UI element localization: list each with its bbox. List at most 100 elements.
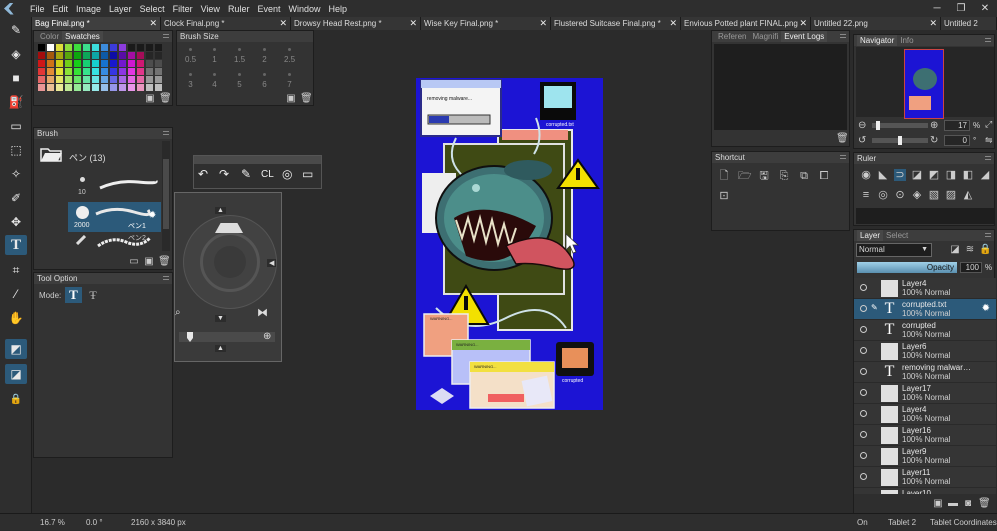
- brush-size-6[interactable]: 6: [253, 69, 276, 93]
- swatch[interactable]: [101, 68, 108, 75]
- swatch[interactable]: [56, 84, 63, 91]
- panel-menu-icon[interactable]: [163, 131, 169, 135]
- swatch[interactable]: [137, 84, 144, 91]
- ruler-type-icon[interactable]: ▧: [928, 189, 940, 201]
- swatch[interactable]: [38, 52, 45, 59]
- rotation-dial[interactable]: [183, 215, 277, 309]
- swatch[interactable]: [65, 84, 72, 91]
- tab-layer[interactable]: Layer: [857, 230, 884, 241]
- swatch[interactable]: [137, 52, 144, 59]
- swatch[interactable]: [119, 52, 126, 59]
- text-tool-icon[interactable]: T: [5, 235, 27, 255]
- swatch[interactable]: [110, 76, 117, 83]
- tab-close-icon[interactable]: ✕: [539, 17, 547, 30]
- clear-log-icon[interactable]: 🗑: [836, 133, 849, 145]
- nav-fit-icon[interactable]: ⤢: [985, 119, 992, 130]
- swatch[interactable]: [128, 84, 135, 91]
- swatch[interactable]: [137, 76, 144, 83]
- nav-rotation-input[interactable]: 0: [944, 135, 970, 146]
- swatch[interactable]: [92, 76, 99, 83]
- layer-row[interactable]: ✎ Tcorrupted.txt 100% Normal ✹: [854, 299, 996, 320]
- panel-menu-icon[interactable]: [985, 38, 991, 42]
- swatch[interactable]: [74, 44, 81, 51]
- swatch[interactable]: [83, 84, 90, 91]
- brush-scrollbar[interactable]: [162, 141, 170, 251]
- brush-size-7[interactable]: 7: [278, 69, 301, 93]
- open-folder-icon[interactable]: 🗁: [738, 170, 752, 182]
- brush-settings-gear-icon[interactable]: ✹: [148, 210, 156, 221]
- bucket-tool-icon[interactable]: ⛽: [5, 92, 27, 112]
- save-icon[interactable]: 🖫: [758, 170, 770, 182]
- menu-view[interactable]: View: [197, 4, 224, 14]
- swatch[interactable]: [38, 44, 45, 51]
- ruler-type-icon[interactable]: ▨: [945, 189, 957, 201]
- zoom-in-icon[interactable]: ⊕: [263, 331, 271, 342]
- swatch[interactable]: [137, 68, 144, 75]
- tab-close-icon[interactable]: ✕: [929, 17, 937, 30]
- menu-window[interactable]: Window: [284, 4, 324, 14]
- swatch[interactable]: [137, 60, 144, 67]
- brush-size-4[interactable]: 4: [203, 69, 226, 93]
- swatch[interactable]: [110, 52, 117, 59]
- opacity-input[interactable]: 100: [960, 262, 982, 273]
- swatch[interactable]: [155, 52, 162, 59]
- zoom-out-icon[interactable]: ⌕: [175, 307, 181, 318]
- swatch[interactable]: [101, 44, 108, 51]
- ruler-type-icon[interactable]: ◩: [928, 169, 940, 181]
- ruler-type-icon[interactable]: ◈: [911, 189, 923, 201]
- swatch[interactable]: [128, 68, 135, 75]
- nav-rotation-slider[interactable]: [872, 136, 928, 145]
- new-layer-icon[interactable]: ▣: [932, 498, 944, 510]
- swatch[interactable]: [119, 76, 126, 83]
- new-brush-icon[interactable]: ▣: [143, 256, 155, 268]
- lock-icon[interactable]: 🔒: [5, 389, 27, 409]
- layer-row[interactable]: Layer9 100% Normal: [854, 446, 996, 467]
- flip-icon[interactable]: ⧓: [257, 306, 268, 319]
- brush-size-2.5[interactable]: 2.5: [278, 44, 301, 68]
- brush-item-1[interactable]: 10: [68, 174, 161, 202]
- brush-size-0.5[interactable]: 0.5: [179, 44, 202, 68]
- ruler-type-icon[interactable]: ◣: [877, 169, 889, 181]
- visibility-eye-icon[interactable]: [860, 284, 867, 291]
- swatch[interactable]: [146, 44, 153, 51]
- nav-zoom-in-icon[interactable]: ⊕: [930, 120, 938, 131]
- tab-close-icon[interactable]: ✕: [279, 17, 287, 30]
- swatch[interactable]: [74, 68, 81, 75]
- hand-tool-icon[interactable]: ✋: [5, 308, 27, 328]
- window-icon[interactable]: ▭: [302, 167, 313, 181]
- layer-row[interactable]: Layer4 100% Normal: [854, 404, 996, 425]
- tab-navigator[interactable]: Navigator: [857, 35, 898, 46]
- swatch[interactable]: [155, 76, 162, 83]
- selection-tool-icon[interactable]: ⬚: [5, 140, 27, 160]
- swatch[interactable]: [128, 44, 135, 51]
- swatch[interactable]: [83, 76, 90, 83]
- new-folder-icon[interactable]: ▬: [947, 498, 959, 510]
- layer-settings-gear-icon[interactable]: ✹: [982, 303, 990, 314]
- swatch[interactable]: [56, 68, 63, 75]
- tab-magnifier[interactable]: Magnifi: [749, 31, 781, 42]
- blend-mode-select[interactable]: Normal ▼: [856, 243, 932, 257]
- undo-icon[interactable]: ↶: [198, 167, 208, 181]
- ruler-type-icon[interactable]: ◎: [877, 189, 889, 201]
- eraser-tool-icon[interactable]: ◈: [5, 44, 27, 64]
- menu-layer[interactable]: Layer: [105, 4, 136, 14]
- snap-toggle-icon[interactable]: ◩: [5, 339, 27, 359]
- paste-icon[interactable]: ⧠: [818, 170, 830, 182]
- brush-item-2[interactable]: 2000 ペン1 ✹: [68, 202, 161, 232]
- new-brush-size-icon[interactable]: ▣: [285, 93, 297, 105]
- clear-layer-button[interactable]: CL: [261, 169, 274, 180]
- tab-info[interactable]: Info: [897, 35, 916, 46]
- duplicate-icon[interactable]: ⧉: [798, 170, 810, 182]
- ruler-type-icon[interactable]: ⊙: [894, 189, 906, 201]
- ruler-type-icon[interactable]: ◢: [979, 169, 991, 181]
- swatch[interactable]: [56, 44, 63, 51]
- rectangle-tool-icon[interactable]: ■: [5, 68, 27, 88]
- visibility-eye-icon[interactable]: [860, 431, 867, 438]
- swatch[interactable]: [128, 76, 135, 83]
- eyedropper-tool-icon[interactable]: ⁄: [5, 284, 27, 304]
- visibility-eye-icon[interactable]: [860, 452, 867, 459]
- visibility-eye-icon[interactable]: [860, 305, 867, 312]
- ruler-type-icon[interactable]: ◧: [962, 169, 974, 181]
- tab-reference[interactable]: Referen: [715, 31, 749, 42]
- swatch[interactable]: [92, 68, 99, 75]
